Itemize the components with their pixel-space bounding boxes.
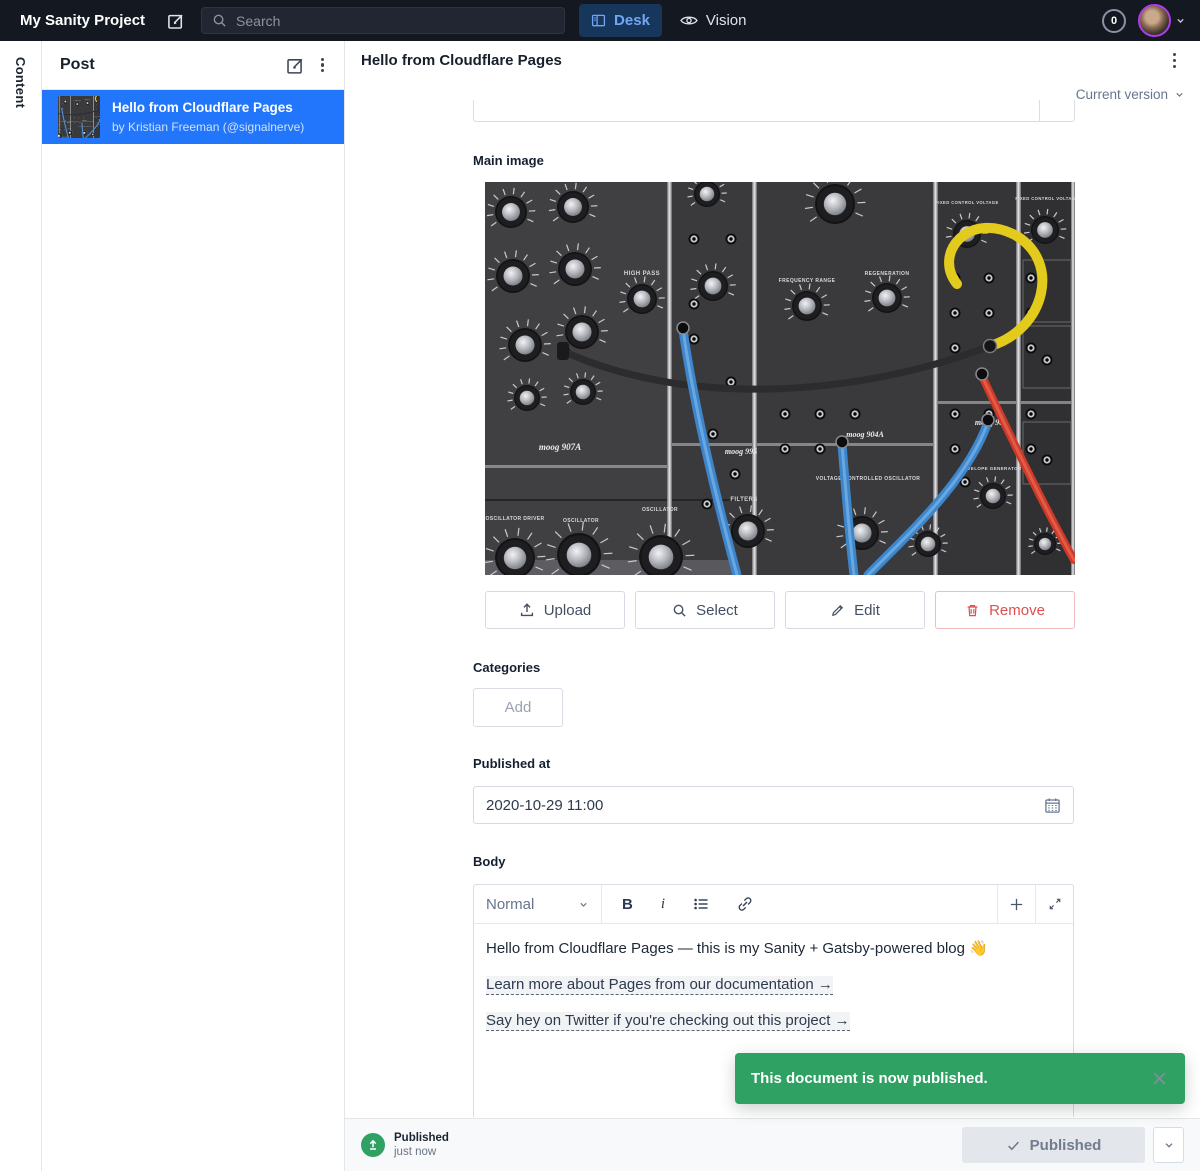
chevron-down-icon <box>578 899 589 910</box>
list-pane-title: Post <box>60 56 278 74</box>
chevron-down-icon <box>1163 1139 1175 1151</box>
content-rail-label[interactable]: Content <box>13 57 28 108</box>
publish-button[interactable]: Published <box>962 1127 1145 1163</box>
publish-status-chip[interactable]: Published just now <box>361 1132 449 1158</box>
tab-desk[interactable]: Desk <box>579 4 662 37</box>
document-editor-pane: Hello from Cloudflare Pages Current vers… <box>345 41 1200 1171</box>
user-menu-chevron-icon[interactable] <box>1175 15 1186 26</box>
editor-header: Hello from Cloudflare Pages <box>345 41 1200 80</box>
post-thumbnail <box>58 96 100 138</box>
toast-close-button[interactable] <box>1150 1069 1169 1088</box>
document-title: Hello from Cloudflare Pages <box>361 52 1165 69</box>
remove-button[interactable]: Remove <box>935 591 1075 629</box>
expand-icon <box>1048 897 1062 911</box>
tab-vision-label: Vision <box>706 12 747 29</box>
pencil-icon <box>830 603 845 618</box>
published-at-value: 2020-10-29 11:00 <box>486 797 603 814</box>
edit-button[interactable]: Edit <box>785 591 925 629</box>
categories-label: Categories <box>473 660 540 675</box>
search-placeholder: Search <box>236 13 280 29</box>
publish-toast: This document is now published. <box>735 1053 1185 1104</box>
close-icon <box>1150 1069 1169 1088</box>
top-bar: My Sanity Project Search Desk Vision 0 <box>0 0 1200 41</box>
publish-status-title: Published <box>394 1132 449 1144</box>
compose-icon <box>286 56 305 75</box>
document-list-pane: Post Hello from Cloudflare Pages by Kris… <box>42 41 345 1171</box>
insert-block-button[interactable] <box>997 885 1035 923</box>
body-paragraph[interactable]: Hello from Cloudflare Pages — this is my… <box>486 938 1061 960</box>
document-footer: Published just now Published <box>345 1118 1200 1171</box>
tab-vision[interactable]: Vision <box>680 12 747 29</box>
link-button[interactable] <box>723 885 767 923</box>
tab-desk-label: Desk <box>614 12 650 29</box>
slug-generate-button-partial[interactable] <box>1039 100 1074 121</box>
search-icon <box>212 13 227 28</box>
calendar-icon[interactable] <box>1044 797 1061 814</box>
body-link-documentation[interactable]: Learn more about Pages from our document… <box>486 976 833 995</box>
main-image-preview[interactable] <box>485 182 1075 575</box>
link-icon <box>737 896 753 912</box>
post-item-title: Hello from Cloudflare Pages <box>112 100 304 117</box>
desk-icon <box>591 13 606 28</box>
content-rail: Content <box>0 41 42 1171</box>
list-item-post[interactable]: Hello from Cloudflare Pages by Kristian … <box>42 90 344 144</box>
bullet-list-icon <box>693 896 709 912</box>
add-category-button[interactable]: Add <box>473 688 563 727</box>
eye-icon <box>680 14 698 27</box>
plus-icon <box>1009 897 1024 912</box>
upload-button[interactable]: Upload <box>485 591 625 629</box>
body-label: Body <box>473 854 506 869</box>
create-post-button[interactable] <box>278 56 313 75</box>
post-item-subtitle: by Kristian Freeman (@signalnerve) <box>112 120 304 134</box>
publish-menu-chevron-button[interactable] <box>1153 1127 1184 1163</box>
version-label: Current version <box>1076 87 1168 102</box>
image-actions: Upload Select Edit Remove <box>485 591 1075 629</box>
document-form-scroll[interactable]: Main image Upload Select Edit Remove Cat… <box>345 90 1200 1118</box>
list-pane-menu-button[interactable] <box>313 58 332 73</box>
bullet-list-button[interactable] <box>679 885 723 923</box>
list-pane-header: Post <box>42 41 344 90</box>
version-selector[interactable]: Current version <box>1076 80 1185 108</box>
slug-field-partial[interactable] <box>473 100 1075 122</box>
fullscreen-button[interactable] <box>1035 885 1073 923</box>
main-image-label: Main image <box>473 153 544 168</box>
trash-icon <box>965 603 980 618</box>
upload-icon <box>519 602 535 618</box>
compose-icon <box>167 12 185 30</box>
body-link-twitter[interactable]: Say hey on Twitter if you're checking ou… <box>486 1012 850 1031</box>
italic-button[interactable]: i <box>647 885 679 923</box>
new-document-button[interactable] <box>167 12 185 30</box>
published-status-icon <box>361 1133 385 1157</box>
search-input[interactable]: Search <box>201 7 565 34</box>
notification-badge[interactable]: 0 <box>1102 9 1126 33</box>
toast-message: This document is now published. <box>751 1070 988 1087</box>
document-menu-button[interactable] <box>1165 47 1184 74</box>
publish-status-time: just now <box>394 1146 449 1158</box>
search-icon <box>672 603 687 618</box>
avatar[interactable] <box>1138 4 1171 37</box>
published-at-input[interactable]: 2020-10-29 11:00 <box>473 786 1074 824</box>
body-content[interactable]: Hello from Cloudflare Pages — this is my… <box>474 924 1073 1032</box>
published-at-label: Published at <box>473 756 550 771</box>
paragraph-style-select[interactable]: Normal <box>474 885 602 923</box>
body-toolbar: Normal B i <box>474 885 1073 924</box>
project-title: My Sanity Project <box>20 12 145 29</box>
select-button[interactable]: Select <box>635 591 775 629</box>
chevron-down-icon <box>1174 89 1185 100</box>
check-icon <box>1006 1138 1021 1153</box>
bold-button[interactable]: B <box>602 885 647 923</box>
